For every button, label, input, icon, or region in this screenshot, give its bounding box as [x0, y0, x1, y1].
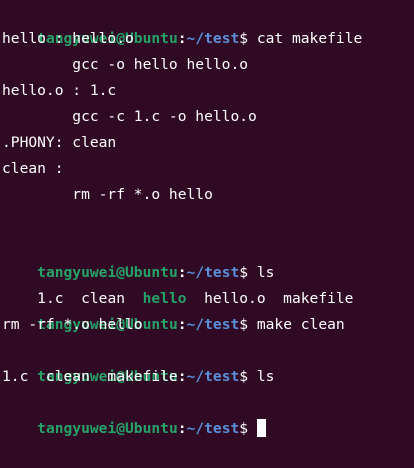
prompt-user-host: tangyuwei@Ubuntu [37, 420, 178, 437]
ls-entries-post: hello.o makefile [186, 290, 354, 307]
prompt-path: ~/test [186, 368, 240, 385]
text-cursor[interactable] [256, 418, 266, 437]
output-line: clean : [2, 160, 64, 177]
ls-entries-pre: 1.c clean [37, 290, 143, 307]
output-line: rm -rf *.o hello [2, 186, 213, 203]
prompt-dollar: $ [239, 264, 257, 281]
prompt-line: tangyuwei@Ubuntu:~/test$ ls [2, 338, 414, 385]
prompt-dollar: $ [239, 316, 257, 333]
output-line: .PHONY: clean [2, 134, 117, 151]
output-line: gcc -c 1.c -o hello.o [2, 108, 257, 125]
prompt-line: tangyuwei@Ubuntu:~/test$ ls [2, 234, 414, 281]
prompt-colon: : [177, 30, 187, 47]
prompt-colon: : [177, 420, 187, 437]
prompt-colon: : [177, 264, 187, 281]
command-text: ls [256, 264, 275, 281]
command-text: cat makefile [256, 30, 363, 47]
prompt-line: tangyuwei@Ubuntu:~/test$ cat makefile [2, 0, 414, 47]
command-text: make clean [256, 316, 345, 333]
active-prompt-line[interactable]: tangyuwei@Ubuntu:~/test$ [2, 390, 414, 437]
prompt-dollar: $ [239, 420, 257, 437]
output-line: gcc -o hello hello.o [2, 56, 249, 73]
prompt-path: ~/test [186, 420, 240, 437]
prompt-colon: : [177, 316, 187, 333]
prompt-path: ~/test [186, 30, 240, 47]
prompt-colon: : [177, 368, 187, 385]
terminal-window[interactable]: tangyuwei@Ubuntu:~/test$ cat makefile he… [0, 0, 414, 437]
prompt-user-host: tangyuwei@Ubuntu [37, 264, 178, 281]
output-line: hello.o : 1.c [2, 82, 117, 99]
ls-executable-entry: hello [142, 290, 187, 307]
prompt-dollar: $ [239, 30, 257, 47]
command-text: ls [256, 368, 275, 385]
prompt-path: ~/test [186, 316, 240, 333]
prompt-path: ~/test [186, 264, 240, 281]
prompt-dollar: $ [239, 368, 257, 385]
